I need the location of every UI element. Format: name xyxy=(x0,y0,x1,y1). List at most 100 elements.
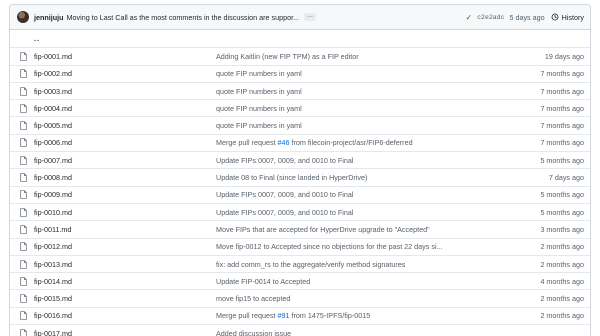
file-commit-age: 5 months ago xyxy=(540,207,584,217)
file-name-link[interactable]: fip-0010.md xyxy=(34,208,216,217)
file-name-link[interactable]: fip-0002.md xyxy=(34,69,216,78)
pull-request-link[interactable]: #91 xyxy=(278,311,290,320)
commit-sha[interactable]: c2e2adc xyxy=(477,14,504,21)
commit-message-text[interactable]: from filecoin-project/asr/FIP6-deferred xyxy=(290,138,413,147)
file-row[interactable]: fip-0016.md Merge pull request #91 from 1… xyxy=(10,306,590,324)
file-commit-message[interactable]: quote FIP numbers in yaml xyxy=(216,69,516,78)
avatar[interactable] xyxy=(17,11,29,23)
file-row[interactable]: fip-0003.md quote FIP numbers in yaml 7 mo… xyxy=(10,81,590,99)
commit-message[interactable]: Moving to Last Call as the most comments… xyxy=(67,13,300,22)
file-commit-age: 4 months ago xyxy=(540,276,584,286)
file-name-link[interactable]: fip-0003.md xyxy=(34,87,216,96)
file-commit-message[interactable]: quote FIP numbers in yaml xyxy=(216,104,516,113)
file-row[interactable]: fip-0001.md Adding Kaitlin (new FIP TPM) … xyxy=(10,47,590,64)
file-row[interactable]: fip-0008.md Update 08 to Final (since lan… xyxy=(10,168,590,185)
file-name-link[interactable]: fip-0005.md xyxy=(34,121,216,130)
file-icon xyxy=(20,190,27,200)
file-icon xyxy=(20,86,27,96)
file-row[interactable]: fip-0011.md Move FIPs that are accepted f… xyxy=(10,220,590,237)
check-icon[interactable]: ✓ xyxy=(465,13,472,22)
file-commit-message[interactable]: Update FIP-0014 to Accepted xyxy=(216,277,516,286)
file-row[interactable]: fip-0009.md Update FIPs 0007, 0009, and 0… xyxy=(10,185,590,203)
file-row[interactable]: fip-0005.md quote FIP numbers in yaml 7 mo… xyxy=(10,116,590,133)
commit-message-text[interactable]: from 1475-IPFS/fip-0015 xyxy=(290,311,371,320)
file-browser: jennijuju Moving to Last Call as the mos… xyxy=(9,4,591,336)
file-commit-age: 7 months ago xyxy=(540,103,584,113)
file-row[interactable]: fip-0017.md Added discussion issue xyxy=(10,324,590,336)
file-name-link[interactable]: fip-0009.md xyxy=(34,190,216,199)
file-commit-age: 5 months ago xyxy=(540,155,584,165)
file-commit-age: 5 months ago xyxy=(540,190,584,200)
file-commit-age: 2 months ago xyxy=(540,259,584,269)
file-commit-message[interactable]: quote FIP numbers in yaml xyxy=(216,87,516,96)
file-row[interactable]: fip-0013.md fix: add comm_rs to the aggre… xyxy=(10,254,590,272)
file-icon xyxy=(20,311,27,321)
file-name-link[interactable]: fip-0011.md xyxy=(34,225,216,234)
file-row[interactable]: fip-0012.md Move fip-0012 to Accepted sin… xyxy=(10,237,590,255)
file-commit-message[interactable]: Update FIPs 0007, 0009, and 0010 to Fina… xyxy=(216,156,516,165)
file-row[interactable]: fip-0004.md quote FIP numbers in yaml 7 mo… xyxy=(10,99,590,116)
file-row[interactable]: fip-0015.md move fip15 to accepted 2 month… xyxy=(10,289,590,306)
file-name-link[interactable]: fip-0014.md xyxy=(34,277,216,286)
file-name-link[interactable]: fip-0006.md xyxy=(34,138,216,147)
file-name-link[interactable]: fip-0007.md xyxy=(34,156,216,165)
pull-request-link[interactable]: #46 xyxy=(278,138,290,147)
file-commit-message[interactable]: Update FIPs 0007, 0009, and 0010 to Fina… xyxy=(216,208,516,217)
file-commit-message[interactable]: Update FIPs 0007, 0009, and 0010 to Fina… xyxy=(216,190,516,199)
file-commit-message[interactable]: fix: add comm_rs to the aggregate/verify… xyxy=(216,260,516,269)
file-commit-message[interactable]: Merge pull request #91 from 1475-IPFS/fi… xyxy=(216,311,516,320)
file-icon xyxy=(20,242,27,251)
file-commit-age: 2 months ago xyxy=(540,294,584,304)
file-commit-age: 7 months ago xyxy=(540,86,584,96)
file-name-link[interactable]: fip-0008.md xyxy=(34,173,216,182)
commit-meta: ✓ c2e2adc 5 days ago History xyxy=(465,13,584,22)
file-row[interactable]: fip-0007.md Update FIPs 0007, 0009, and 0… xyxy=(10,151,590,168)
latest-commit-bar: jennijuju Moving to Last Call as the mos… xyxy=(10,5,590,30)
file-commit-message[interactable]: Move FIPs that are accepted for HyperDri… xyxy=(216,225,516,234)
file-name-link[interactable]: fip-0012.md xyxy=(34,242,216,251)
file-name-link[interactable]: fip-0001.md xyxy=(34,52,216,61)
file-name-link[interactable]: fip-0016.md xyxy=(34,311,216,320)
file-commit-message[interactable]: Adding Kaitlin (new FIP TPM) as a FIP ed… xyxy=(216,52,516,61)
file-icon xyxy=(20,277,27,286)
expand-commit-button[interactable]: ... xyxy=(304,12,316,21)
history-label: History xyxy=(561,12,584,22)
file-icon xyxy=(20,294,27,303)
file-commit-message[interactable]: Move fip-0012 to Accepted since no objec… xyxy=(216,242,516,251)
file-row[interactable]: fip-0006.md Merge pull request #46 from f… xyxy=(10,133,590,151)
file-name-link[interactable]: fip-0004.md xyxy=(34,104,216,113)
file-name-link[interactable]: fip-0013.md xyxy=(34,260,216,269)
history-icon xyxy=(551,13,559,21)
file-row[interactable]: fip-0010.md Update FIPs 0007, 0009, and 0… xyxy=(10,202,590,220)
file-icon xyxy=(20,138,27,148)
file-commit-age: 2 months ago xyxy=(540,242,584,252)
file-icon xyxy=(20,104,27,113)
file-icon xyxy=(20,155,27,165)
file-commit-age: 3 months ago xyxy=(540,224,584,234)
file-commit-age: 7 days ago xyxy=(548,173,584,183)
file-name-link[interactable]: fip-0015.md xyxy=(34,294,216,303)
file-icon xyxy=(20,173,27,182)
commit-author[interactable]: jennijuju xyxy=(34,13,64,22)
file-commit-age: 7 months ago xyxy=(540,121,584,131)
commit-message-text[interactable]: Merge pull request xyxy=(216,138,278,147)
file-commit-message[interactable]: Update 08 to Final (since landed in Hype… xyxy=(216,173,516,182)
file-commit-message[interactable]: quote FIP numbers in yaml xyxy=(216,121,516,130)
file-commit-message[interactable]: Added discussion issue xyxy=(216,329,516,336)
file-commit-message[interactable]: Merge pull request #46 from filecoin-pro… xyxy=(216,138,516,147)
file-commit-age: 2 months ago xyxy=(540,311,584,321)
file-name-link[interactable]: fip-0017.md xyxy=(34,329,216,336)
file-icon xyxy=(20,121,27,130)
file-icon xyxy=(20,259,27,269)
file-commit-message[interactable]: move fip15 to accepted xyxy=(216,294,516,303)
commit-age: 5 days ago xyxy=(509,12,545,22)
file-row[interactable]: fip-0014.md Update FIP-0014 to Accepted 4 … xyxy=(10,272,590,289)
file-row[interactable]: fip-0002.md quote FIP numbers in yaml 7 mo… xyxy=(10,64,590,82)
file-commit-age: 7 months ago xyxy=(540,69,584,79)
file-list: .. fip-0001.md Adding Kaitlin (new FIP TP… xyxy=(10,30,590,336)
parent-directory-link[interactable]: .. xyxy=(34,34,216,43)
history-button[interactable]: History xyxy=(551,13,584,22)
parent-directory-row[interactable]: .. xyxy=(10,30,590,47)
file-icon xyxy=(20,328,27,336)
commit-message-text[interactable]: Merge pull request xyxy=(216,311,278,320)
